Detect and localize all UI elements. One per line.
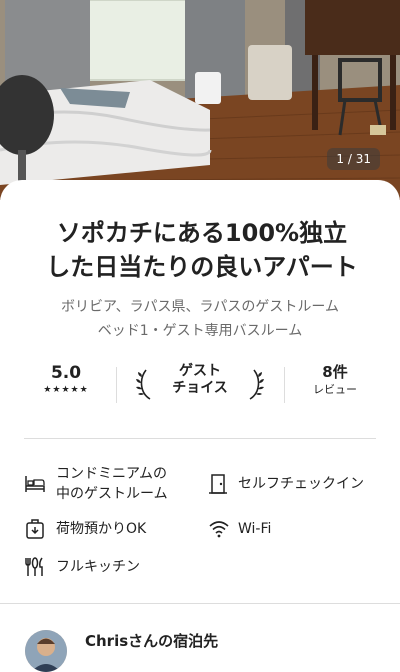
host-avatar-image	[25, 630, 67, 672]
rating-value: 5.0	[50, 363, 82, 383]
amenity-luggage: 荷物預かりOK	[56, 521, 147, 537]
amenity-room-type-line-1: コンドミニアムの	[56, 466, 168, 482]
reviews-count: 8件	[322, 363, 348, 381]
room-photo-illustration	[0, 0, 400, 200]
laurel-left-icon	[136, 369, 151, 400]
stats-divider	[284, 367, 285, 403]
amenity-kitchen: フルキッチン	[56, 559, 140, 575]
section-divider	[24, 438, 376, 439]
amenity-wifi: Wi-Fi	[238, 521, 272, 537]
rating-stars: ★★★★★	[43, 385, 89, 395]
listing-stats[interactable]: 5.0 ★★★★★ ゲスト チョイス 8件 レビュー	[24, 363, 376, 407]
listing-photo[interactable]: 1 / 31	[0, 0, 400, 200]
amenity-room-type: コンドミニアムの 中のゲストルーム	[56, 464, 168, 504]
reviews-stat[interactable]: 8件 レビュー	[294, 363, 376, 397]
amenity-room-type-line-2: 中のゲストルーム	[56, 486, 168, 502]
listing-title-line-2: した日当たりの良いアパート	[46, 253, 358, 281]
host-avatar[interactable]	[25, 630, 67, 672]
bed-icon	[25, 476, 45, 492]
listing-location: ボリビア、ラパス県、ラパスのゲストルーム	[61, 299, 339, 315]
listing-title: ソポカチにある100%独立 した日当たりの良いアパート	[22, 216, 382, 284]
host-title: Chrisさんの宿泊先	[85, 632, 219, 650]
rating-stat: 5.0 ★★★★★	[24, 363, 108, 395]
stats-divider	[116, 367, 117, 403]
section-divider	[0, 603, 400, 604]
door-icon	[209, 474, 227, 494]
guest-choice-badge: ゲスト チョイス	[132, 363, 268, 400]
listing-room-details: ベッド1・ゲスト専用バスルーム	[97, 323, 303, 339]
photo-counter: 1 / 31	[327, 148, 380, 170]
luggage-icon	[26, 519, 44, 539]
listing-title-line-1: ソポカチにある100%独立	[56, 219, 348, 247]
amenity-self-checkin: セルフチェックイン	[238, 476, 364, 492]
wifi-icon	[209, 521, 229, 538]
listing-details-sheet: ソポカチにある100%独立 した日当たりの良いアパート ボリビア、ラパス県、ラパ…	[0, 180, 400, 672]
laurel-right-icon	[249, 369, 264, 400]
reviews-label: レビュー	[313, 383, 357, 396]
kitchen-icon	[25, 557, 43, 576]
